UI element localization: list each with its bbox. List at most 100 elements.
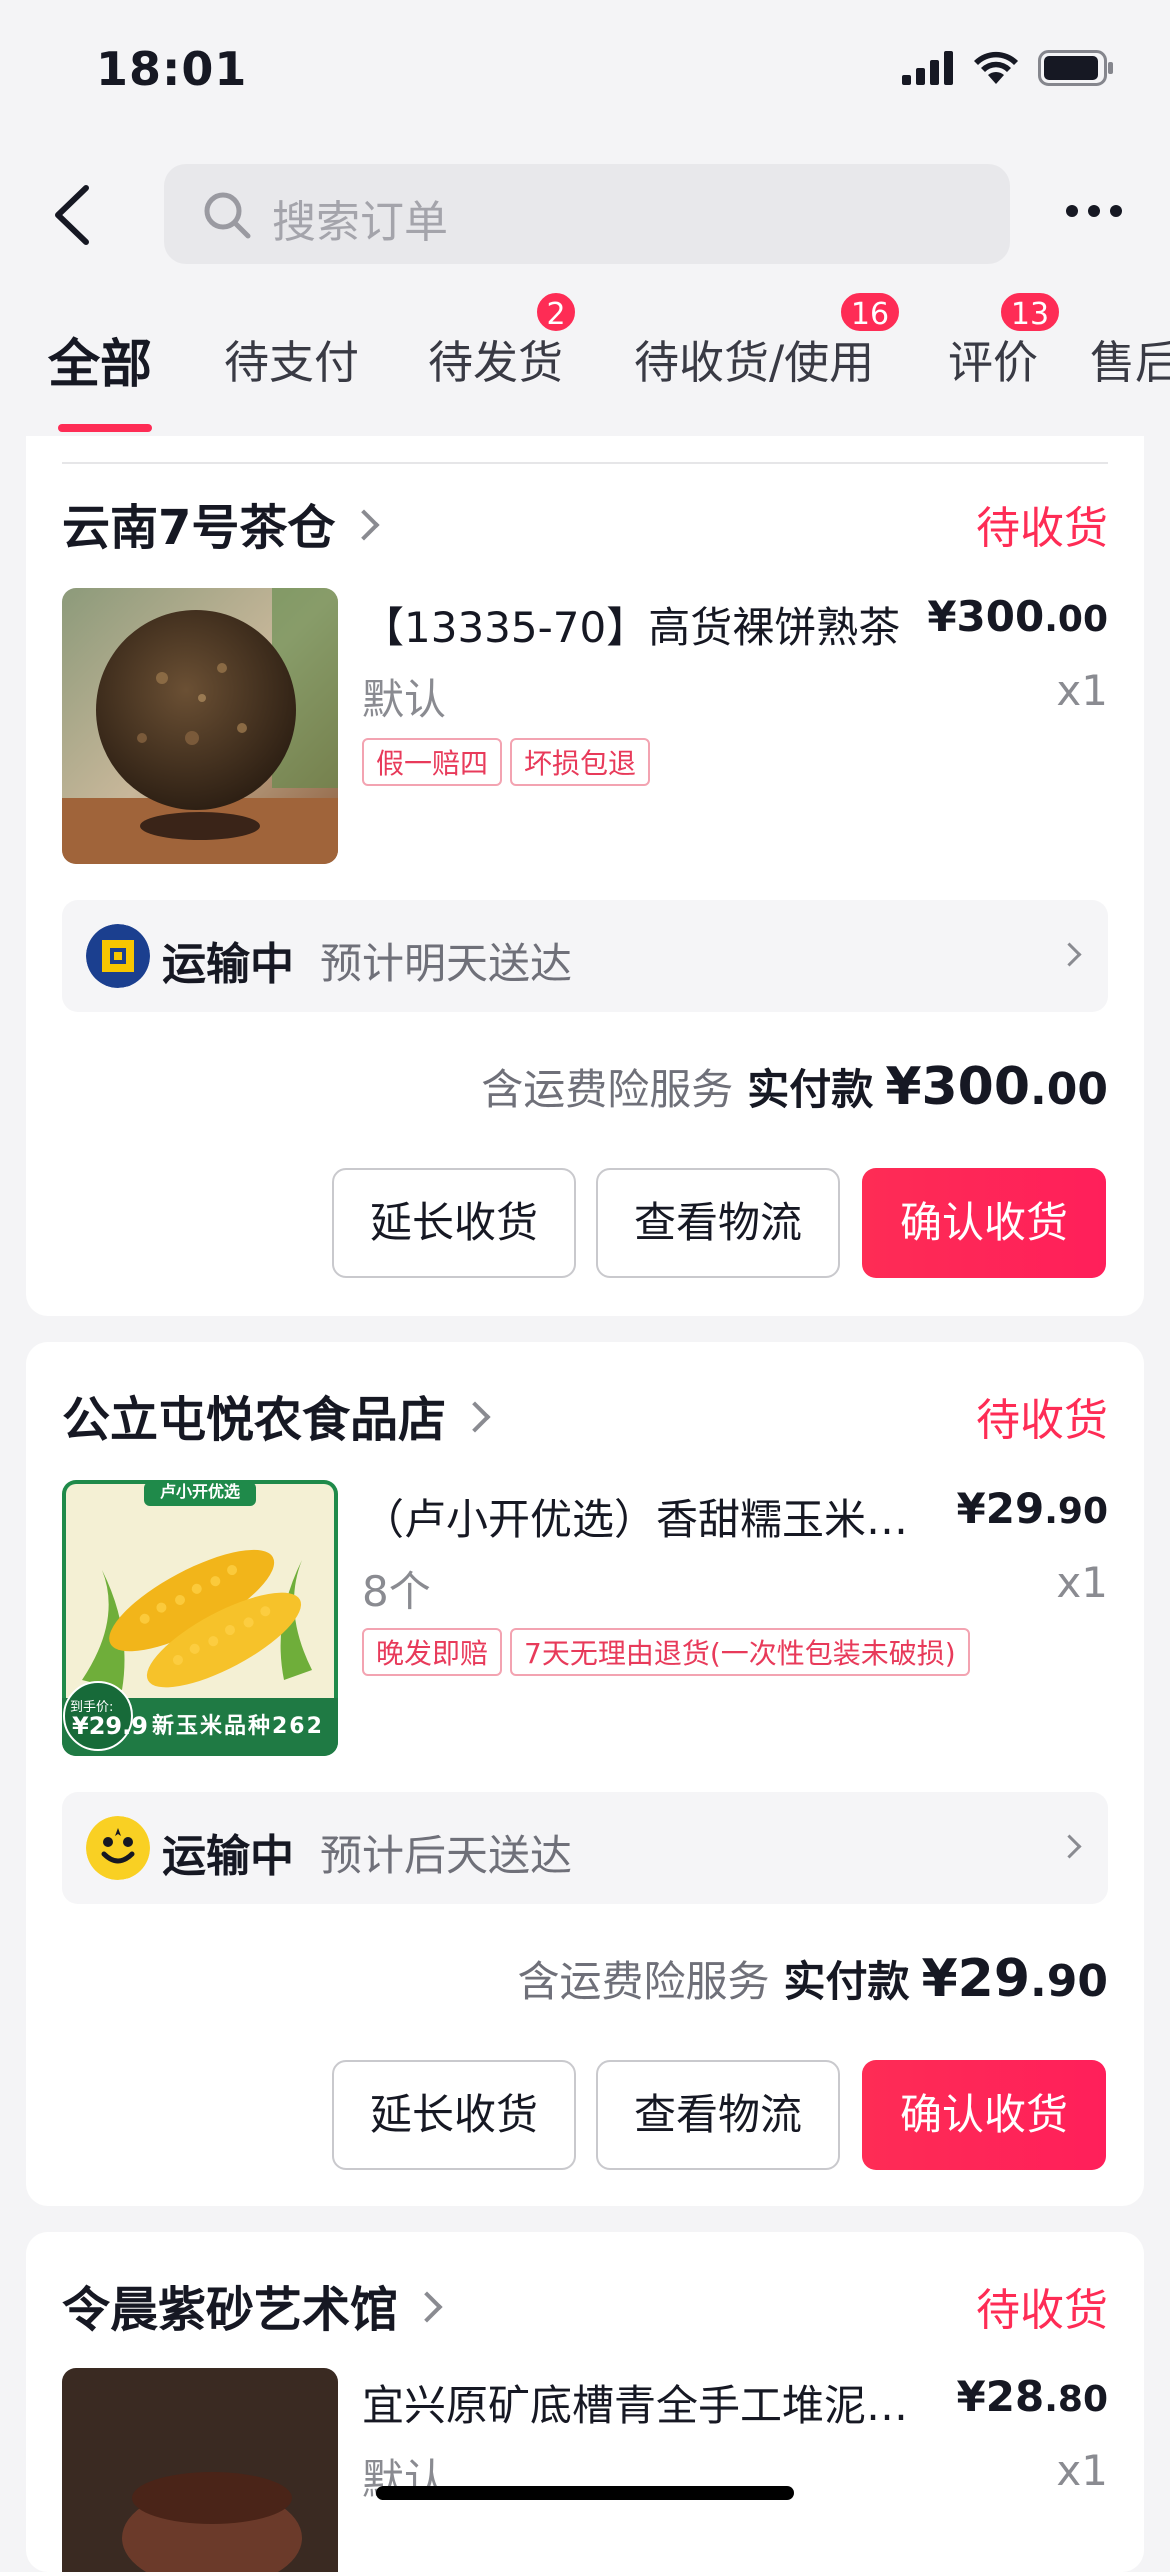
product-price: ¥28.80 (957, 2372, 1108, 2421)
chevron-left-icon (55, 185, 89, 245)
service-tag: 晚发即赔 (362, 1628, 503, 1676)
view-logistics-button[interactable]: 查看物流 (596, 1168, 840, 1278)
paid-decimal: .90 (1030, 1956, 1108, 2007)
order-card: 公立屯悦农食品店 待收货 卢小开优选 到手价: ¥29.9 新玉米品种262 （… (26, 1342, 1144, 2206)
extend-receipt-button[interactable]: 延长收货 (332, 1168, 576, 1278)
order-status: 待收货 (976, 2285, 1108, 2336)
product-spec: 默认 (362, 675, 447, 724)
product-title[interactable]: 【13335-70】高货裸饼熟茶 (362, 594, 922, 655)
service-tag: 7天无理由退货(一次性包装未破损) (510, 1628, 970, 1676)
shop-name-text: 云南7号茶仓 (62, 500, 336, 556)
product-image[interactable] (62, 588, 338, 864)
status-bar: 18:01 (0, 0, 1170, 150)
home-indicator[interactable] (376, 2486, 794, 2500)
logistics-eta: 预计后天送达 (320, 1831, 573, 1880)
logistics-bar[interactable]: 运输中 预计后天送达 (62, 1792, 1108, 1904)
cellular-signal-icon (902, 51, 953, 85)
logistics-bar[interactable]: 运输中 预计明天送达 (62, 900, 1108, 1012)
paid-label: 实付款 (747, 1065, 874, 1114)
status-icons (902, 50, 1114, 86)
price-decimal: .80 (1044, 2379, 1108, 2420)
tab-pending-shipment[interactable]: 待发货 (428, 326, 563, 391)
service-tag: 假一赔四 (362, 738, 503, 786)
confirm-receipt-button[interactable]: 确认收货 (862, 2060, 1106, 2170)
tab-pending-receipt[interactable]: 待收货/使用 (634, 326, 874, 391)
order-tabs: 全部 待支付 待发货 2 待收货/使用 16 评价 13 售后 (0, 290, 1170, 436)
battery-icon (1038, 50, 1113, 86)
more-dot-icon (1066, 205, 1078, 217)
product-price: ¥29.90 (957, 1484, 1108, 1533)
paid-amount: ¥300.00 (885, 1057, 1108, 1117)
tab-all[interactable]: 全部 (48, 322, 152, 397)
product-tags: 晚发即赔 7天无理由退货(一次性包装未破损) (362, 1628, 970, 1676)
product-image[interactable] (62, 2368, 338, 2572)
product-qty: x1 (1056, 1558, 1108, 1607)
order-total: 含运费险服务 实付款 ¥300.00 (481, 1056, 1108, 1117)
order-card: 云南7号茶仓 待收货 【13335-70】高货裸饼熟茶 ¥300.00 默认 x… (26, 436, 1144, 1316)
product-image[interactable]: 卢小开优选 到手价: ¥29.9 新玉米品种262 (62, 1480, 338, 1756)
shop-name-text: 公立屯悦农食品店 (62, 1392, 447, 1448)
shipping-insurance-note: 含运费险服务 (481, 1065, 734, 1114)
extend-receipt-button[interactable]: 延长收货 (332, 2060, 576, 2170)
tab-pending-payment[interactable]: 待支付 (224, 326, 359, 391)
courier-logo-icon (86, 924, 150, 988)
price-decimal: .90 (1044, 1491, 1108, 1532)
order-card: 令晨紫砂艺术馆 待收货 宜兴原矿底槽青全手工堆泥茶杯 ¥28.80 默认 x1 (26, 2232, 1144, 2572)
thumb-footer-text: 新玉米品种262 (152, 1714, 324, 1739)
search-placeholder: 搜索订单 (272, 197, 448, 248)
logistics-eta: 预计明天送达 (320, 939, 573, 988)
logistics-status: 运输中 (162, 1831, 294, 1882)
status-time: 18:01 (96, 42, 248, 96)
shop-name[interactable]: 公立屯悦农食品店 (62, 1380, 491, 1450)
paid-decimal: .00 (1030, 1064, 1108, 1115)
chevron-right-icon (459, 1401, 491, 1433)
logistics-status: 运输中 (162, 939, 294, 990)
confirm-receipt-button[interactable]: 确认收货 (862, 1168, 1106, 1278)
paid-integer: ¥29 (921, 1949, 1031, 2009)
paid-amount: ¥29.90 (922, 1949, 1109, 2009)
product-qty: x1 (1056, 2446, 1108, 2495)
order-status: 待收货 (976, 503, 1108, 554)
back-button[interactable] (42, 180, 112, 250)
shop-name-text: 令晨紫砂艺术馆 (62, 2282, 399, 2338)
tab-review-badge: 13 (998, 290, 1062, 334)
pu-erh-tea-cake-image (62, 588, 338, 864)
more-dot-icon (1110, 205, 1122, 217)
more-options-button[interactable] (1054, 196, 1134, 226)
shipping-insurance-note: 含运费险服务 (517, 1957, 770, 2006)
shop-name[interactable]: 云南7号茶仓 (62, 488, 380, 558)
thumb-banner-text: 卢小开优选 (159, 1482, 240, 1501)
product-price: ¥300.00 (927, 592, 1108, 641)
chevron-right-icon (411, 2291, 443, 2323)
divider (62, 462, 1108, 464)
search-icon (204, 192, 251, 239)
tab-review[interactable]: 评价 (948, 326, 1038, 391)
thumb-price: ¥29.9 (72, 1712, 148, 1740)
view-logistics-button[interactable]: 查看物流 (596, 2060, 840, 2170)
courier-logo-icon (86, 1816, 150, 1880)
tab-active-indicator (58, 424, 152, 432)
zisha-teacup-image (62, 2368, 338, 2572)
product-spec: 8个 (362, 1567, 431, 1616)
wifi-icon (974, 51, 1018, 84)
more-dot-icon (1088, 205, 1100, 217)
top-bar: 搜索订单 (0, 150, 1170, 290)
tab-after-sales[interactable]: 售后 (1090, 326, 1170, 391)
paid-label: 实付款 (783, 1957, 910, 2006)
chevron-right-icon (348, 509, 380, 541)
paid-integer: ¥300 (885, 1057, 1031, 1117)
product-qty: x1 (1056, 666, 1108, 715)
search-input[interactable]: 搜索订单 (164, 164, 1010, 264)
product-title[interactable]: 宜兴原矿底槽青全手工堆泥茶杯 (362, 2372, 922, 2433)
price-decimal: .00 (1044, 599, 1108, 640)
chevron-right-icon (1057, 1834, 1082, 1859)
order-status: 待收货 (976, 1395, 1108, 1446)
price-integer: ¥29 (956, 1484, 1045, 1533)
service-tag: 坏损包退 (510, 738, 651, 786)
shop-name[interactable]: 令晨紫砂艺术馆 (62, 2270, 443, 2340)
tab-pending-shipment-badge: 2 (534, 290, 578, 334)
tab-pending-receipt-badge: 16 (838, 290, 902, 334)
chevron-right-icon (1057, 942, 1082, 967)
price-integer: ¥28 (956, 2372, 1045, 2421)
product-title[interactable]: （卢小开优选）香甜糯玉米新鲜 (362, 1486, 922, 1547)
